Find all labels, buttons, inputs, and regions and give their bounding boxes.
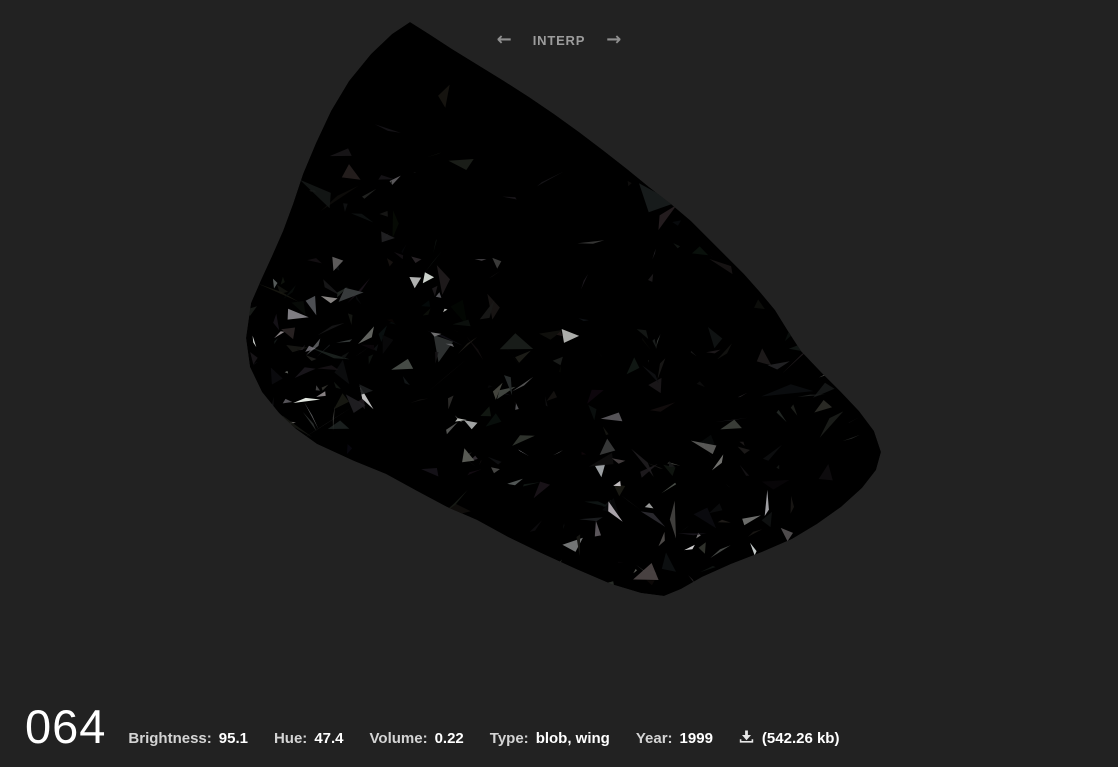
stat-volume: Volume: 0.22 <box>370 730 464 747</box>
mesh-svg <box>246 22 881 596</box>
stat-label: Type: <box>489 730 529 747</box>
viewport-3d[interactable] <box>0 0 1118 767</box>
download-size-label: (542.26 kb) <box>761 730 840 747</box>
stat-brightness: Brightness: 95.1 <box>128 730 248 747</box>
stat-value: 1999 <box>679 730 713 747</box>
stats-row: Brightness: 95.1 Hue: 47.4 Volume: 0.22 … <box>128 728 839 747</box>
stat-type: Type: blob, wing <box>490 730 610 747</box>
stat-hue: Hue: 47.4 <box>274 730 344 747</box>
next-arrow-icon[interactable]: → <box>602 29 625 51</box>
interp-label: INTERP <box>532 32 586 48</box>
stat-value: 0.22 <box>434 730 464 747</box>
info-bar: 064 Brightness: 95.1 Hue: 47.4 Volume: 0… <box>0 703 1118 767</box>
stat-value: blob, wing <box>535 730 610 747</box>
stat-value: 95.1 <box>218 730 248 747</box>
app-stage: ← INTERP → 064 Brightness: 95.1 Hue: 47.… <box>0 0 1118 767</box>
download-link[interactable]: (542.26 kb) <box>739 728 840 747</box>
interp-nav: ← INTERP → <box>0 29 1118 51</box>
prev-arrow-icon[interactable]: ← <box>493 29 516 51</box>
model-id: 064 <box>25 700 107 753</box>
stat-label: Hue: <box>273 730 308 747</box>
stat-label: Brightness: <box>128 730 212 747</box>
stat-label: Volume: <box>369 730 428 747</box>
stat-label: Year: <box>635 730 673 747</box>
stat-year: Year: 1999 <box>636 730 713 747</box>
download-icon <box>739 730 754 743</box>
stat-value: 47.4 <box>314 730 344 747</box>
